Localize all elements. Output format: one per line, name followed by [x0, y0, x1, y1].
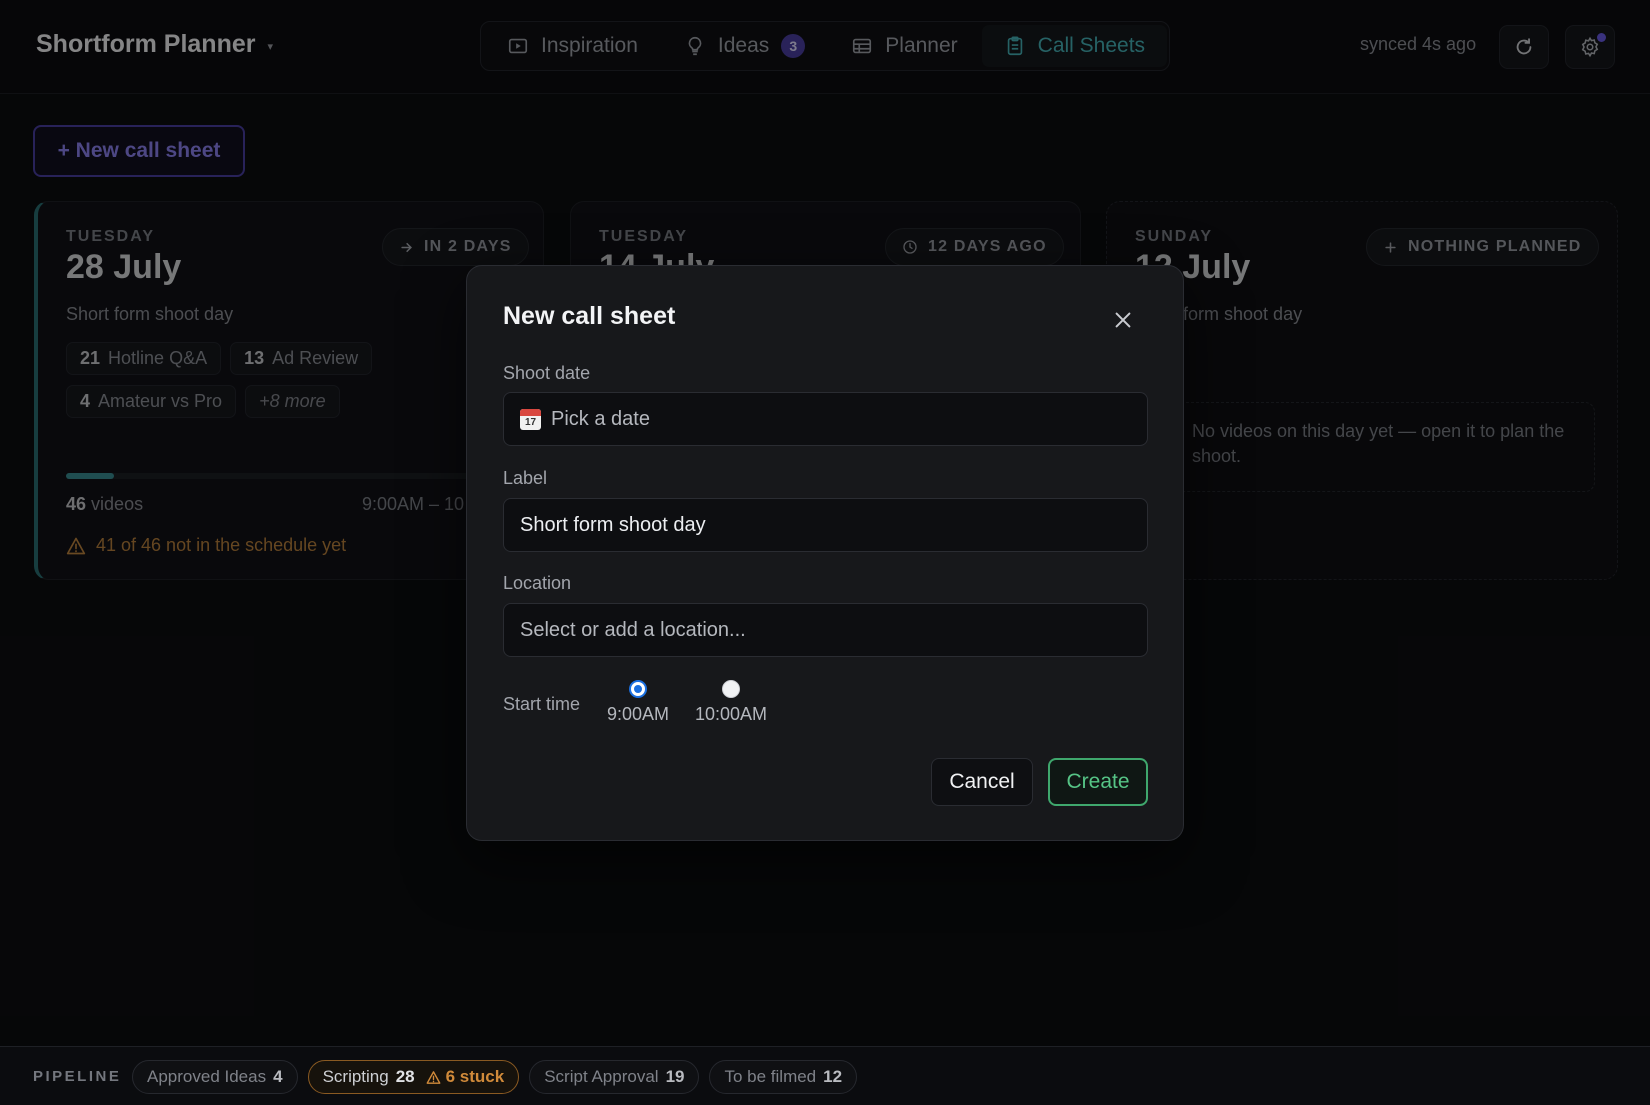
shoot-date-picker[interactable]: 17 Pick a date	[503, 392, 1148, 446]
start-time-label: Start time	[503, 694, 581, 714]
new-call-sheet-dialog: New call sheet Shoot date 17 Pick a date…	[466, 265, 1184, 841]
shoot-date-placeholder: Pick a date	[551, 407, 650, 430]
stuck-count: 6 stuck	[445, 1067, 505, 1086]
cancel-button[interactable]: Cancel	[931, 758, 1033, 806]
stage-count: 4	[273, 1067, 283, 1086]
stuck-indicator: 6 stuck	[426, 1067, 505, 1087]
create-button[interactable]: Create	[1048, 758, 1148, 806]
pipeline-stage-to-be-filmed[interactable]: To be filmed 12	[709, 1060, 858, 1094]
pipeline-stages: Approved Ideas 4 Scripting 28 6 stuck Scri…	[132, 1060, 858, 1094]
stage-count: 19	[665, 1067, 685, 1086]
start-time-radio-10am[interactable]	[722, 680, 741, 698]
start-time-option[interactable]: 9:00AM	[607, 680, 669, 725]
calendar-icon-day: 17	[524, 416, 537, 428]
pipeline-stage-script-approval[interactable]: Script Approval 19	[529, 1060, 700, 1094]
warning-icon	[426, 1070, 441, 1084]
stage-label: Scripting	[322, 1067, 389, 1086]
pipeline-stage-scripting[interactable]: Scripting 28 6 stuck	[307, 1060, 520, 1094]
stage-label: Script Approval	[544, 1067, 659, 1086]
stage-label: Approved Ideas	[147, 1067, 267, 1086]
dialog-title: New call sheet	[503, 302, 676, 330]
close-icon	[1115, 312, 1131, 328]
start-time-option-label: 9:00AM	[607, 704, 670, 724]
close-button[interactable]	[1107, 304, 1139, 336]
stage-count: 28	[395, 1067, 415, 1086]
location-label: Location	[503, 573, 572, 593]
start-time-option-label: 10:00AM	[695, 704, 768, 724]
pipeline-stage-approved-ideas[interactable]: Approved Ideas 4	[132, 1060, 298, 1094]
label-field-label: Label	[503, 468, 548, 488]
shoot-date-label: Shoot date	[503, 363, 591, 383]
start-time-radio-9am[interactable]	[629, 680, 648, 698]
location-select[interactable]: Select or add a location...	[503, 603, 1148, 657]
stage-label: To be filmed	[724, 1067, 817, 1086]
label-input[interactable]: Short form shoot day	[503, 498, 1148, 552]
pipeline-title: PIPELINE	[33, 1068, 122, 1085]
start-time-option[interactable]: 10:00AM	[695, 680, 767, 725]
pipeline-bar: PIPELINE Approved Ideas 4 Scripting 28 6 s…	[0, 1046, 1650, 1105]
calendar-icon: 17	[520, 408, 541, 430]
stage-count: 12	[823, 1067, 843, 1086]
